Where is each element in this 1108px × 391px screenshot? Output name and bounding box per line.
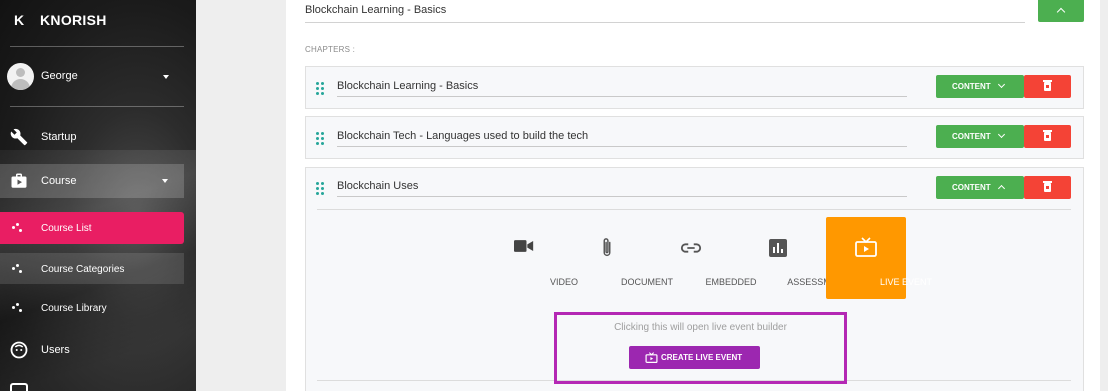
scatter-dots-icon <box>12 223 24 233</box>
chapter-row: Blockchain Learning - Basics CONTENT <box>305 66 1084 109</box>
content-dropdown-button[interactable]: CONTENT <box>936 75 1024 98</box>
avatar <box>7 63 34 90</box>
bar-chart-icon <box>769 239 787 257</box>
trash-icon <box>1043 80 1052 91</box>
content-button-label: CONTENT <box>952 183 991 192</box>
content-dropdown-button[interactable]: CONTENT <box>936 176 1024 199</box>
link-icon <box>680 243 702 253</box>
course-icon <box>11 173 27 188</box>
live-event-hint: Clicking this will open live event build… <box>614 322 787 333</box>
brand[interactable]: K KNORISH <box>0 0 196 46</box>
face-icon <box>10 341 28 359</box>
sidebar-item-course-list[interactable]: Course List <box>0 212 184 244</box>
course-title-value: Blockchain Learning - Basics <box>305 4 447 16</box>
sidebar-item-course-categories[interactable]: Course Categories <box>0 253 184 284</box>
delete-chapter-button[interactable] <box>1024 176 1071 199</box>
paperclip-icon <box>603 238 611 256</box>
chapter-title-field[interactable]: Blockchain Tech - Languages used to buil… <box>337 130 907 147</box>
drag-handle-icon[interactable] <box>316 82 324 95</box>
sidebar-item-label: Course List <box>41 223 92 234</box>
delete-chapter-button[interactable] <box>1024 125 1071 148</box>
chapter-row: Blockchain Tech - Languages used to buil… <box>305 116 1084 159</box>
content-type-embedded[interactable]: EMBEDDED <box>651 217 757 299</box>
chevron-up-icon <box>1056 7 1066 17</box>
create-live-event-label: CREATE LIVE EVENT <box>661 353 743 362</box>
content-panel-divider <box>317 209 1071 210</box>
content-button-label: CONTENT <box>952 82 991 91</box>
sidebar-item-users[interactable]: Users <box>0 333 184 367</box>
video-camera-icon <box>514 240 534 252</box>
live-tv-icon <box>855 237 877 257</box>
sidebar-item-label: Startup <box>41 131 77 143</box>
caret-down-icon <box>163 75 169 79</box>
sidebar-item-label: Course Categories <box>41 264 125 275</box>
content-type-assessment[interactable]: ASSESSMENT <box>738 217 849 299</box>
chevron-up-icon <box>997 184 1006 193</box>
sidebar-item-label: Users <box>41 344 70 356</box>
content-type-live-event[interactable]: LIVE EVENT <box>826 217 932 299</box>
chapter-title-field[interactable]: Blockchain Uses <box>337 180 907 197</box>
content-dropdown-button[interactable]: CONTENT <box>936 125 1024 148</box>
page-gutter <box>196 0 286 391</box>
create-live-event-button[interactable]: CREATE LIVE EVENT <box>629 346 760 369</box>
sidebar-item-course[interactable]: Course <box>0 164 184 198</box>
user-name: George <box>41 70 78 82</box>
content-button-label: CONTENT <box>952 132 991 141</box>
user-menu[interactable]: George <box>0 60 196 94</box>
content-type-label: LIVE EVENT <box>879 277 933 287</box>
sidebar-divider <box>10 106 184 107</box>
scatter-dots-icon <box>12 264 24 274</box>
trash-icon <box>1043 181 1052 192</box>
content-type-video[interactable]: VIDEO <box>484 217 578 299</box>
sidebar-item-startup[interactable]: Startup <box>0 120 184 154</box>
drag-handle-icon[interactable] <box>316 182 324 195</box>
sidebar-next-item-icon <box>10 383 28 391</box>
course-title-field[interactable]: Blockchain Learning - Basics <box>305 0 1025 23</box>
scrollbar[interactable] <box>1100 0 1108 391</box>
brand-logo-letter: K <box>14 12 25 28</box>
wrench-icon <box>10 128 28 146</box>
scatter-dots-icon <box>12 303 24 313</box>
delete-chapter-button[interactable] <box>1024 75 1071 98</box>
collapse-button[interactable] <box>1038 0 1084 22</box>
chapter-title-field[interactable]: Blockchain Learning - Basics <box>337 80 907 97</box>
chapters-label: CHAPTERS : <box>305 45 356 54</box>
content-type-document[interactable]: DOCUMENT <box>567 217 673 299</box>
sidebar-item-label: Course <box>41 175 77 187</box>
chevron-down-icon <box>997 130 1006 139</box>
brand-name: KNORISH <box>40 12 107 28</box>
caret-down-icon <box>162 179 168 183</box>
chevron-down-icon <box>997 80 1006 89</box>
trash-icon <box>1043 130 1052 141</box>
sidebar-item-label: Course Library <box>41 303 107 314</box>
sidebar: K KNORISH George Startup Course Course L… <box>0 0 196 391</box>
drag-handle-icon[interactable] <box>316 132 324 145</box>
live-tv-icon <box>645 352 658 363</box>
sidebar-divider <box>10 46 184 47</box>
sidebar-item-course-library[interactable]: Course Library <box>0 292 184 326</box>
